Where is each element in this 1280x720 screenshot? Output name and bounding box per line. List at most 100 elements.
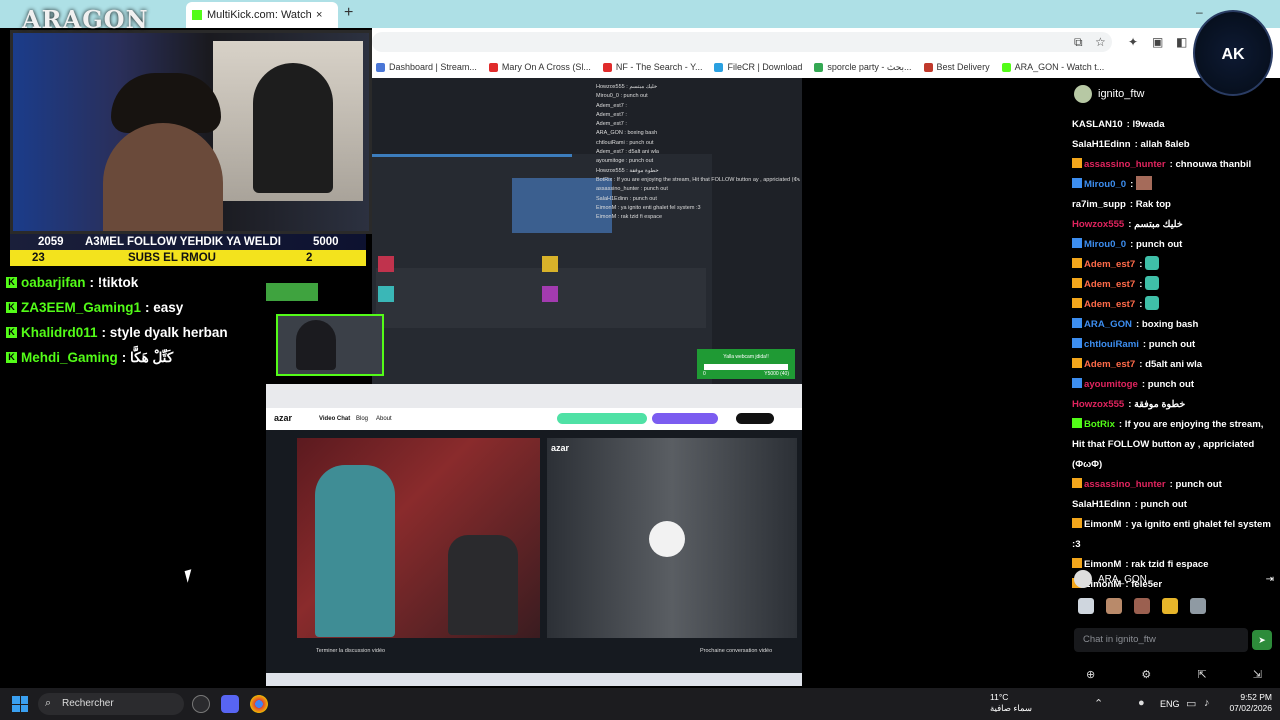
leave-icon[interactable]: ⇥: [1266, 574, 1274, 585]
chat-username[interactable]: Adem_est7: [1084, 299, 1135, 310]
blue-badge-icon: [1072, 178, 1082, 188]
bookmark-label: NF - The Search - Y...: [615, 62, 703, 72]
azar-dark-pill[interactable]: [736, 413, 774, 424]
emote-icon[interactable]: [1106, 598, 1122, 614]
profile-icon[interactable]: ◧: [1176, 35, 1187, 49]
chat-username[interactable]: Howzox555: [1072, 399, 1124, 410]
send-icon[interactable]: ➤: [1252, 630, 1272, 650]
taskbar-app-icon[interactable]: [192, 695, 210, 713]
search-icon: ⌕: [45, 697, 52, 709]
chat-message: assassino_hunter: punch out: [1072, 475, 1278, 495]
bookmark-item[interactable]: FileCR | Download: [714, 62, 802, 72]
emote-icon[interactable]: [1134, 598, 1150, 614]
channel-name[interactable]: ignito_ftw: [1098, 88, 1144, 100]
tab-close-icon[interactable]: ×: [316, 9, 322, 21]
crown-badge-icon: [1072, 358, 1082, 368]
chat-username[interactable]: Mirou0_0: [1084, 179, 1126, 190]
chat-username[interactable]: Mirou0_0: [1084, 239, 1126, 250]
bookmark-item[interactable]: ARA_GON - Watch t...: [1001, 62, 1104, 72]
chat-username[interactable]: ayoumitoge: [1084, 379, 1138, 390]
bookmark-favicon-icon: [714, 62, 724, 72]
chat-current-user: ARA_GON ⇥: [1074, 570, 1274, 588]
chat-text: : easy: [145, 300, 184, 315]
chat-username[interactable]: EimonM: [1084, 519, 1121, 530]
taskbar-search[interactable]: Rechercher: [38, 693, 184, 715]
chat-username[interactable]: ARA_GON: [1084, 319, 1132, 330]
bookmark-item[interactable]: sporcle party - بحث...: [814, 62, 912, 73]
emote-icon[interactable]: [1078, 598, 1094, 614]
extension-icon[interactable]: ✦: [1128, 35, 1138, 49]
captured-chat-line: EimonM : ya ignito enti ghalet fel syste…: [596, 204, 701, 211]
bookmark-item[interactable]: NF - The Search - Y...: [602, 62, 703, 72]
bookmark-star-icon[interactable]: ☆: [1095, 35, 1106, 49]
kick-favicon-icon: [192, 10, 202, 20]
add-user-icon[interactable]: ⊕: [1086, 668, 1095, 681]
gear-icon[interactable]: ⚙: [1141, 668, 1151, 681]
tab-multikick[interactable]: MultiKick.com: Watch Multi ×: [186, 2, 338, 28]
omnibox[interactable]: [372, 32, 1112, 52]
chat-input[interactable]: Chat in ignito_ftw: [1074, 628, 1248, 652]
chat-username[interactable]: BotRix: [1084, 419, 1115, 430]
chat-text: punch out: [1140, 499, 1187, 510]
azar-purple-pill[interactable]: [652, 413, 718, 424]
discord-icon[interactable]: [221, 695, 239, 713]
tray-chevron-icon[interactable]: ⌃: [1094, 697, 1103, 710]
bookmark-favicon-icon: [814, 62, 824, 72]
crown-badge-icon: [1072, 158, 1082, 168]
chat-username[interactable]: Howzox555: [1072, 219, 1124, 230]
emote-icon[interactable]: [1162, 598, 1178, 614]
weather-widget[interactable]: 11°C سماء صافية: [990, 692, 1032, 714]
exit-icon[interactable]: ⇲: [1253, 668, 1262, 681]
azar-nav-blog[interactable]: Blog: [356, 416, 368, 422]
bookmark-item[interactable]: Dashboard | Stream...: [376, 62, 477, 72]
network-icon[interactable]: ▭: [1186, 697, 1196, 710]
extensions-puzzle-icon[interactable]: ▣: [1152, 35, 1163, 49]
azar-next-chat[interactable]: Prochaine conversation vidéo: [700, 648, 772, 654]
chat-text: punch out: [1148, 339, 1196, 350]
chat-username[interactable]: SalaH1Edinn: [1072, 139, 1131, 150]
chat-username[interactable]: assassino_hunter: [1084, 479, 1166, 490]
chat-username[interactable]: EimonM: [1084, 559, 1121, 570]
volume-icon[interactable]: ♪: [1204, 697, 1210, 709]
emote-icon[interactable]: [1190, 598, 1206, 614]
chat-username[interactable]: chtlouiRami: [1084, 339, 1139, 350]
azar-remote-logo: azar: [551, 443, 570, 453]
chat-username[interactable]: KASLAN10: [1072, 119, 1123, 130]
chat-header: ignito_ftw: [1066, 82, 1280, 106]
azar-nav-about[interactable]: About: [376, 416, 392, 422]
bookmark-label: Mary On A Cross (Sl...: [501, 62, 591, 72]
translate-icon[interactable]: ⧉: [1074, 35, 1083, 50]
language-indicator[interactable]: ENG: [1160, 699, 1180, 709]
chat-username[interactable]: Adem_est7: [1084, 359, 1135, 370]
chat-message: ra7im_supp: Rak top: [1072, 195, 1278, 215]
chat-username[interactable]: ra7im_supp: [1072, 199, 1126, 210]
emote-icon: [1145, 256, 1160, 270]
chat-username[interactable]: assassino_hunter: [1084, 159, 1166, 170]
taskbar-clock[interactable]: 9:52 PM 07/02/2026: [1222, 692, 1272, 714]
bookmark-label: FileCR | Download: [727, 62, 803, 72]
share-icon[interactable]: ⇱: [1197, 668, 1206, 681]
chat-message: chtlouiRami: punch out: [1072, 335, 1278, 355]
sub-goal-target: 2: [306, 252, 313, 264]
overlay-chat-message: K ZA3EEM_Gaming1: easy: [6, 295, 266, 320]
chat-message: Adem_est7:: [1072, 295, 1278, 315]
blurred-card-icon: [378, 256, 394, 272]
azar-green-pill[interactable]: [557, 413, 647, 424]
chat-username[interactable]: Adem_est7: [1084, 259, 1135, 270]
new-tab-icon[interactable]: +: [344, 4, 353, 22]
chrome-icon[interactable]: [250, 695, 268, 713]
azar-nav-video-chat[interactable]: Video Chat: [319, 416, 350, 422]
clock-time: 9:52 PM: [1240, 692, 1272, 702]
bookmark-item[interactable]: Best Delivery: [923, 62, 990, 72]
windows-start-icon[interactable]: [12, 696, 28, 712]
chat-text: boxing bash: [1141, 319, 1199, 330]
captured-chat-line: Howzox555 : خليك مبتسم: [596, 84, 658, 90]
chat-username[interactable]: SalaH1Edinn: [1072, 499, 1131, 510]
chat-message: ARA_GON: boxing bash: [1072, 315, 1278, 335]
bookmark-item[interactable]: Mary On A Cross (Sl...: [488, 62, 591, 72]
chat-username[interactable]: Adem_est7: [1084, 279, 1135, 290]
captured-chat-line: ARA_GON : boxing bash: [596, 130, 658, 137]
window-minimize-icon[interactable]: –: [1196, 5, 1203, 19]
azar-end-chat[interactable]: Terminer la discussion vidéo: [316, 648, 385, 654]
microphone-icon[interactable]: ●: [1138, 697, 1145, 709]
